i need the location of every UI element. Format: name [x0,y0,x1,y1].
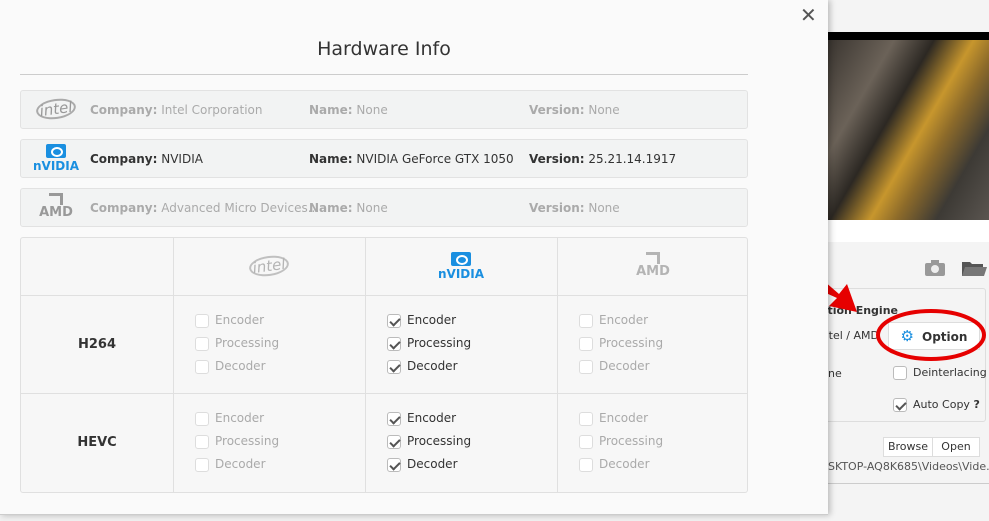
intel-encoder-checkbox[interactable]: Encoder [195,313,264,328]
nvidia-processing-checkbox[interactable]: Processing [387,434,471,449]
nvidia-logo: nVIDIA [365,252,557,280]
nvidia-encoder-checkbox[interactable]: Encoder [387,313,456,328]
header-intel: intel [173,252,365,279]
folder-icon[interactable] [961,260,987,277]
version: Version: 25.21.14.1917 [529,152,677,166]
codec-label: H264 [77,337,117,352]
open-button[interactable]: Open [932,437,980,457]
gpu-row-amd: AMD Company: Advanced Micro Devices... Nam… [20,188,748,227]
company: Company: NVIDIA [90,152,203,166]
intel-decoder-checkbox[interactable]: Decoder [195,359,266,374]
intel-logo: intel [247,253,291,279]
annotation-ellipse [876,309,986,361]
divider [828,483,989,484]
intel-decoder-checkbox[interactable]: Decoder [195,457,266,472]
browse-button[interactable]: Browse [883,437,933,457]
gpu-row-intel: intel Company: Intel Corporation Name: Non… [20,90,748,129]
camera-icon[interactable] [924,260,946,276]
header-nvidia: nVIDIA [365,252,557,280]
version: Version: None [529,201,620,215]
intel-encoder-checkbox[interactable]: Encoder [195,411,264,426]
partial-label: ne [828,367,842,380]
video-preview [828,32,989,220]
nvidia-processing-checkbox[interactable]: Processing [387,336,471,351]
close-icon[interactable]: ✕ [800,3,817,27]
auto-copy-checkbox[interactable]: Auto Copy ? [893,398,980,412]
amd-decoder-checkbox[interactable]: Decoder [579,359,650,374]
amd-processing-checkbox[interactable]: Processing [579,434,663,449]
deinterlacing-checkbox[interactable]: Deinterlacing [893,366,987,380]
amd-logo: AMD [557,252,749,278]
amd-logo: AMD [29,193,83,219]
dialog-title: Hardware Info [317,38,451,60]
codec-support-table: intel nVIDIA AMD H264 Encoder Processing Decod… [20,237,748,493]
amd-encoder-checkbox[interactable]: Encoder [579,411,648,426]
preview-controls [828,220,989,242]
help-icon[interactable]: ? [973,398,979,411]
gpu-row-nvidia: nVIDIA Company: NVIDIA Name: NVIDIA GeForc… [20,139,748,178]
hardware-info-dialog: Hardware Info ✕ intel Company: Intel Corp… [0,0,828,515]
gpu-name: Name: None [309,103,388,117]
amd-processing-checkbox[interactable]: Processing [579,336,663,351]
codec-label: HEVC [77,435,117,450]
version: Version: None [529,103,620,117]
header-amd: AMD [557,252,749,278]
nvidia-decoder-checkbox[interactable]: Decoder [387,457,458,472]
nvidia-logo: nVIDIA [29,144,83,172]
gpu-name: Name: NVIDIA GeForce GTX 1050 [309,152,514,166]
output-path: SKTOP-AQ8K685\Videos\Vide... [828,460,989,473]
company: Company: Intel Corporation [90,103,263,117]
nvidia-encoder-checkbox[interactable]: Encoder [387,411,456,426]
amd-decoder-checkbox[interactable]: Decoder [579,457,650,472]
nvidia-decoder-checkbox[interactable]: Decoder [387,359,458,374]
intel-processing-checkbox[interactable]: Processing [195,434,279,449]
intel-processing-checkbox[interactable]: Processing [195,336,279,351]
company: Company: Advanced Micro Devices... [90,201,320,215]
divider [20,74,748,75]
amd-encoder-checkbox[interactable]: Encoder [579,313,648,328]
intel-logo: intel [34,96,78,122]
gpu-name: Name: None [309,201,388,215]
video-frame [828,40,989,220]
